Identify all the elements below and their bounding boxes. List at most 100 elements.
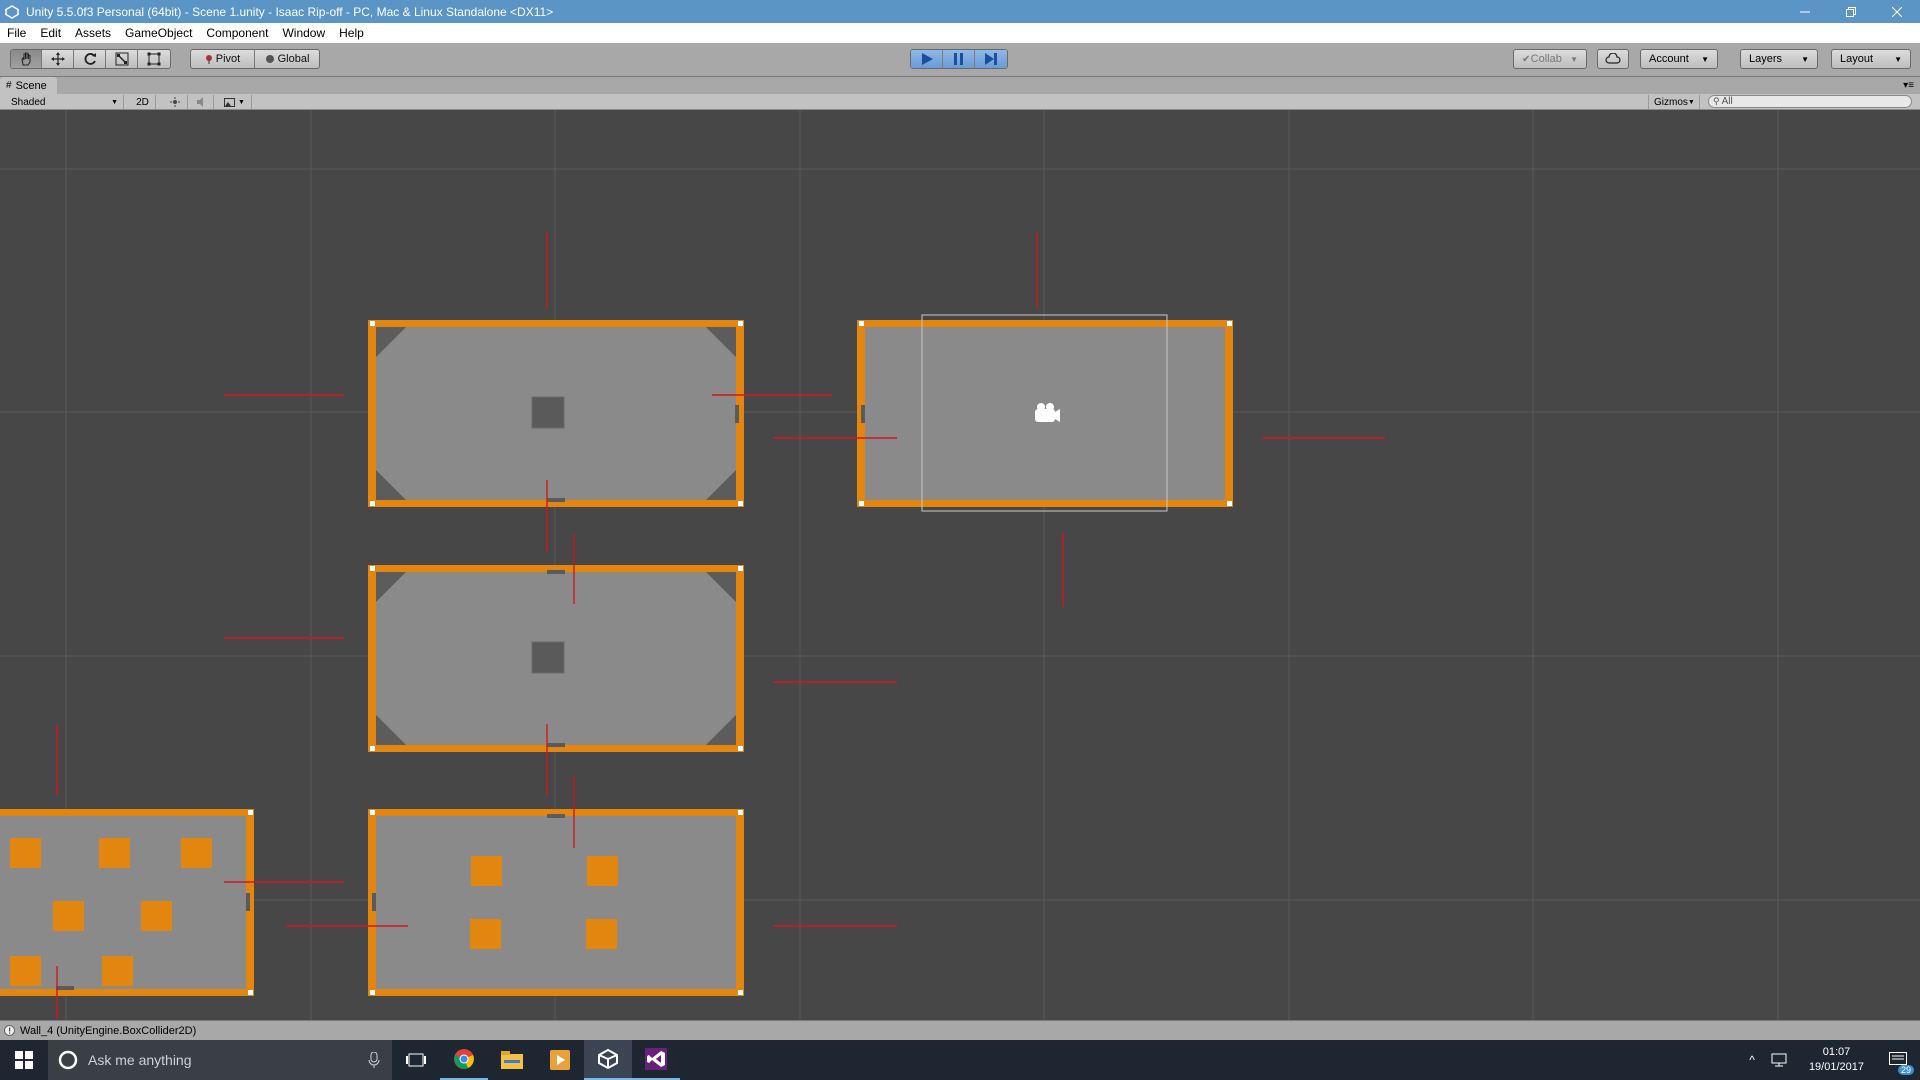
collab-check-icon: ✔ <box>1522 53 1531 65</box>
file-explorer-icon[interactable] <box>488 1040 536 1080</box>
image-icon <box>224 97 236 107</box>
restore-icon[interactable] <box>1828 0 1874 23</box>
2d-toggle[interactable]: 2D <box>130 95 156 109</box>
shading-mode-dropdown[interactable]: Shaded ▼ <box>6 95 124 109</box>
hand-tool-icon[interactable] <box>11 50 42 68</box>
effects-dropdown[interactable]: ▼ <box>218 95 252 109</box>
pivot-icon <box>205 55 212 64</box>
title-bar: Unity 5.5.0f3 Personal (64bit) - Scene 1… <box>0 0 1920 23</box>
tab-menu-icon[interactable]: ▾≡ <box>1903 80 1914 91</box>
audio-toggle-icon[interactable] <box>188 95 214 109</box>
step-icon[interactable] <box>975 50 1007 68</box>
account-label: Account <box>1649 53 1689 65</box>
clock-time: 01:07 <box>1822 1046 1851 1058</box>
room-2[interactable] <box>857 314 1233 512</box>
microphone-icon[interactable] <box>368 1052 380 1068</box>
room-4[interactable] <box>368 809 744 996</box>
network-icon[interactable] <box>1771 1053 1789 1067</box>
notification-count-badge: 29 <box>1897 1065 1914 1075</box>
minimize-icon[interactable] <box>1782 0 1828 23</box>
scene-canvas[interactable] <box>0 110 1920 1020</box>
room-3[interactable] <box>368 565 744 752</box>
rotate-tool-icon[interactable] <box>74 50 106 68</box>
layers-label: Layers <box>1749 53 1783 65</box>
scene-grid <box>0 110 1920 1020</box>
menu-gameobject[interactable]: GameObject <box>118 23 199 43</box>
rect-tool-icon[interactable] <box>138 50 170 68</box>
cloud-icon <box>1605 53 1621 64</box>
media-player-icon[interactable] <box>536 1040 584 1080</box>
layout-label: Layout <box>1840 53 1874 65</box>
chevron-down-icon: ▼ <box>238 98 245 106</box>
unity-logo-icon <box>4 4 20 20</box>
close-icon[interactable] <box>1874 0 1920 23</box>
chevron-down-icon: ▼ <box>111 98 118 106</box>
menu-assets[interactable]: Assets <box>68 23 118 43</box>
cloud-button[interactable] <box>1597 49 1629 69</box>
chevron-down-icon: ▼ <box>1701 54 1709 64</box>
grid-icon: # <box>6 80 12 91</box>
menu-window[interactable]: Window <box>275 23 332 43</box>
chrome-icon[interactable] <box>440 1040 488 1080</box>
info-icon <box>4 1025 15 1036</box>
menu-bar: File Edit Assets GameObject Component Wi… <box>0 23 1920 43</box>
scale-tool-icon[interactable] <box>106 50 138 68</box>
taskbar-search-placeholder: Ask me anything <box>88 1052 192 1068</box>
menu-help[interactable]: Help <box>332 23 371 43</box>
play-icon[interactable] <box>911 50 943 68</box>
menu-edit[interactable]: Edit <box>33 23 68 43</box>
layout-dropdown[interactable]: Layout ▼ <box>1831 49 1911 69</box>
scene-viewport[interactable] <box>0 110 1920 1020</box>
pivot-global-group: Pivot Global <box>190 49 320 69</box>
room-1[interactable] <box>368 320 744 507</box>
system-tray: ^ 01:07 19/01/2017 29 <box>1741 1040 1920 1080</box>
globe-icon <box>265 55 274 63</box>
collab-label: Collab <box>1530 53 1562 65</box>
search-placeholder: All <box>1721 96 1733 107</box>
room-5[interactable] <box>0 809 254 996</box>
action-center-icon[interactable]: 29 <box>1876 1040 1920 1080</box>
shading-mode-label: Shaded <box>11 96 46 108</box>
play-controls <box>910 49 1008 69</box>
search-icon: ⚲ <box>1713 96 1720 106</box>
scene-tab-bar: # Scene ▾≡ <box>0 77 1920 94</box>
task-view-icon[interactable] <box>392 1040 440 1080</box>
gizmos-dropdown[interactable]: Gizmos ▼ <box>1648 95 1700 109</box>
2d-toggle-label: 2D <box>136 96 149 108</box>
windows-taskbar: Ask me anything ^ 01:07 19/01/2017 29 <box>0 1040 1920 1080</box>
hierarchy-search-input[interactable]: ⚲ All <box>1708 95 1912 108</box>
lighting-toggle-icon[interactable] <box>162 95 188 109</box>
menu-component[interactable]: Component <box>199 23 275 43</box>
gizmos-label: Gizmos <box>1654 96 1688 108</box>
status-bar: Wall_4 (UnityEngine.BoxCollider2D) <box>0 1020 1920 1040</box>
scene-view-toolbar: Shaded ▼ 2D ▼ Gizmos ▼ ⚲ All <box>0 94 1920 110</box>
cortana-search-input[interactable]: Ask me anything <box>48 1040 392 1080</box>
taskbar-clock[interactable]: 01:07 19/01/2017 <box>1797 1045 1876 1075</box>
account-dropdown[interactable]: Account ▼ <box>1640 49 1718 69</box>
chevron-down-icon: ▼ <box>1801 54 1809 64</box>
chevron-up-icon[interactable]: ^ <box>1741 1053 1763 1067</box>
main-toolbar: Pivot Global ✔ Collab ▼ Account ▼ Layers… <box>0 43 1920 77</box>
collab-dropdown[interactable]: ✔ Collab ▼ <box>1513 49 1587 69</box>
chevron-down-icon: ▼ <box>1894 54 1902 64</box>
global-button[interactable]: Global <box>255 50 319 68</box>
pivot-button[interactable]: Pivot <box>191 50 255 68</box>
clock-date: 19/01/2017 <box>1808 1061 1864 1073</box>
pause-icon[interactable] <box>943 50 975 68</box>
windows-start-icon[interactable] <box>0 1040 48 1080</box>
pivot-label: Pivot <box>215 53 241 65</box>
scene-tab-label: Scene <box>15 79 47 92</box>
global-label: Global <box>277 53 310 65</box>
transform-tools <box>10 49 171 69</box>
unity-taskbar-icon[interactable] <box>584 1040 632 1080</box>
layers-dropdown[interactable]: Layers ▼ <box>1740 49 1818 69</box>
cortana-circle-icon <box>58 1050 78 1070</box>
chevron-down-icon: ▼ <box>1687 98 1695 106</box>
status-message[interactable]: Wall_4 (UnityEngine.BoxCollider2D) <box>20 1025 196 1037</box>
chevron-down-icon: ▼ <box>1570 54 1578 64</box>
visual-studio-icon[interactable] <box>632 1040 680 1080</box>
window-title: Unity 5.5.0f3 Personal (64bit) - Scene 1… <box>26 4 554 19</box>
menu-file[interactable]: File <box>0 23 33 43</box>
move-tool-icon[interactable] <box>42 50 74 68</box>
scene-tab[interactable]: # Scene <box>0 77 57 94</box>
